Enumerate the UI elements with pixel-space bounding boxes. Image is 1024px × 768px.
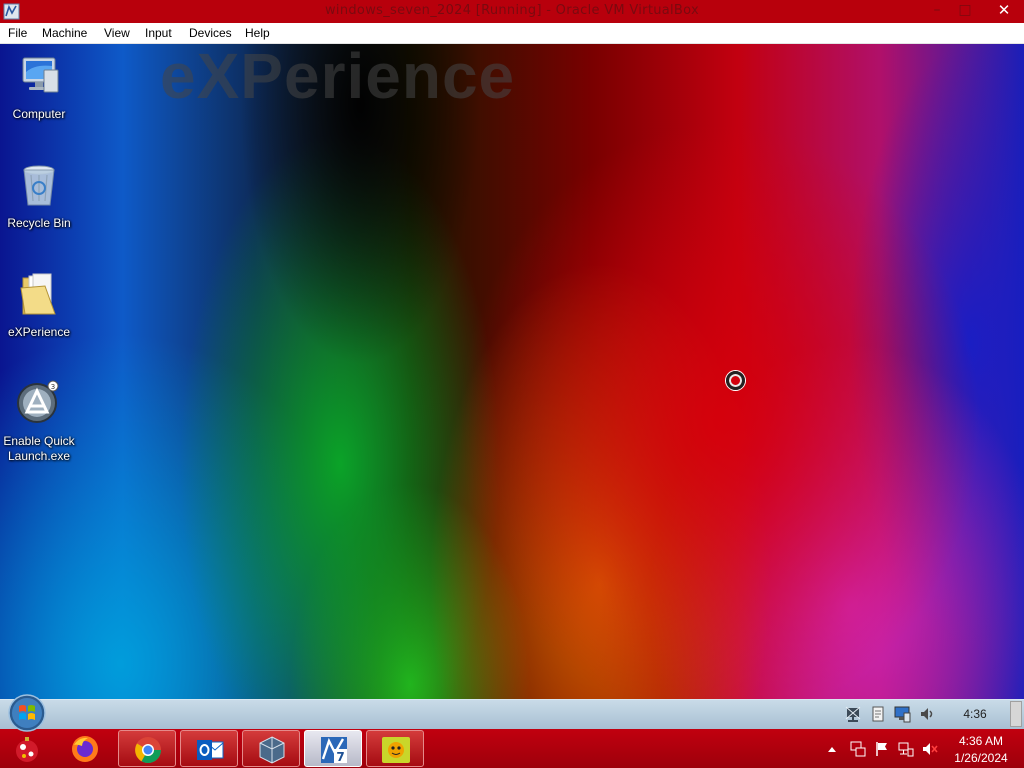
firefox-icon	[72, 736, 98, 762]
action-center-flag-icon[interactable]	[874, 741, 890, 757]
taskbar-button-virtualbox[interactable]	[242, 730, 300, 767]
svg-text:7: 7	[336, 750, 344, 764]
virtualbox-icon	[259, 736, 285, 764]
svg-text:3: 3	[51, 383, 55, 391]
menu-file[interactable]: File	[8, 26, 27, 40]
wallpaper-logo: eXPerience	[160, 44, 516, 112]
desktop[interactable]: eXPerience Computer Recycle Bin eXPerien…	[0, 44, 1024, 699]
taskbar-button-ornament[interactable]	[0, 730, 56, 767]
taskbar-date[interactable]: 1/26/2024	[946, 751, 1016, 765]
computer-icon	[22, 57, 59, 93]
christmas-ornament-icon	[16, 737, 38, 762]
desktop-icon-label: eXPerience	[7, 325, 71, 339]
taskbar-button-yellow-app[interactable]	[366, 730, 424, 767]
taskbar-button-windows7[interactable]: 7	[304, 730, 362, 767]
host-menubar: File Machine View Input Devices Help	[0, 23, 1024, 44]
upper-clock[interactable]: 4:36	[952, 707, 998, 721]
clipboard-icon[interactable]	[869, 705, 887, 723]
taskbar-button-chrome[interactable]	[118, 730, 176, 767]
menu-devices[interactable]: Devices	[189, 26, 232, 40]
start-button[interactable]	[8, 694, 46, 732]
network-adapter-icon[interactable]	[850, 741, 866, 757]
menu-view[interactable]: View	[104, 26, 130, 40]
recycle-bin-icon	[23, 165, 55, 206]
desktop-icon-computer[interactable]: Computer	[0, 52, 78, 122]
outlook-icon	[197, 740, 224, 760]
maximize-button[interactable]: □	[950, 0, 980, 21]
windows-7-icon: 7	[321, 737, 347, 764]
taskbar-time[interactable]: 4:36 AM	[946, 734, 1016, 748]
menu-help[interactable]: Help	[245, 26, 270, 40]
chrome-icon	[135, 737, 162, 764]
volume-muted-icon[interactable]	[922, 741, 938, 757]
desktop-icon-label: Computer	[12, 107, 66, 121]
taskbar-button-outlook[interactable]	[180, 730, 238, 767]
network-status-icon[interactable]	[898, 741, 914, 757]
yellow-app-icon	[382, 737, 410, 763]
menu-machine[interactable]: Machine	[42, 26, 87, 40]
network-icon[interactable]	[844, 705, 862, 723]
close-button[interactable]: ✕	[984, 0, 1024, 21]
busy-cursor-icon	[726, 371, 745, 390]
folder-icon	[20, 273, 56, 315]
display-icon[interactable]	[893, 705, 911, 723]
taskbar-lower: 7 4:36 AM 1/26/2024	[0, 729, 1024, 768]
desktop-icon-enable-quick-launch[interactable]: 3 Enable Quick Launch.exe	[0, 379, 78, 464]
taskbar-scrollbar[interactable]	[1010, 701, 1022, 727]
menu-input[interactable]: Input	[145, 26, 172, 40]
show-hidden-icons-icon[interactable]	[826, 741, 838, 757]
desktop-icon-label: Enable Quick Launch.exe	[3, 434, 75, 463]
taskbar-upper: 4:36	[0, 699, 1024, 729]
quick-launch-icon: 3	[17, 380, 59, 423]
desktop-icon-experience-folder[interactable]: eXPerience	[0, 270, 78, 340]
host-window-title: windows_seven_2024 [Running] - Oracle VM…	[325, 3, 699, 18]
desktop-icon-label: Recycle Bin	[7, 216, 71, 230]
desktop-icon-recycle-bin[interactable]: Recycle Bin	[0, 161, 78, 231]
host-titlebar: windows_seven_2024 [Running] - Oracle VM…	[0, 0, 1024, 23]
minimize-button[interactable]: –	[922, 0, 952, 21]
volume-icon[interactable]	[918, 705, 936, 723]
taskbar-button-firefox[interactable]	[56, 730, 114, 767]
